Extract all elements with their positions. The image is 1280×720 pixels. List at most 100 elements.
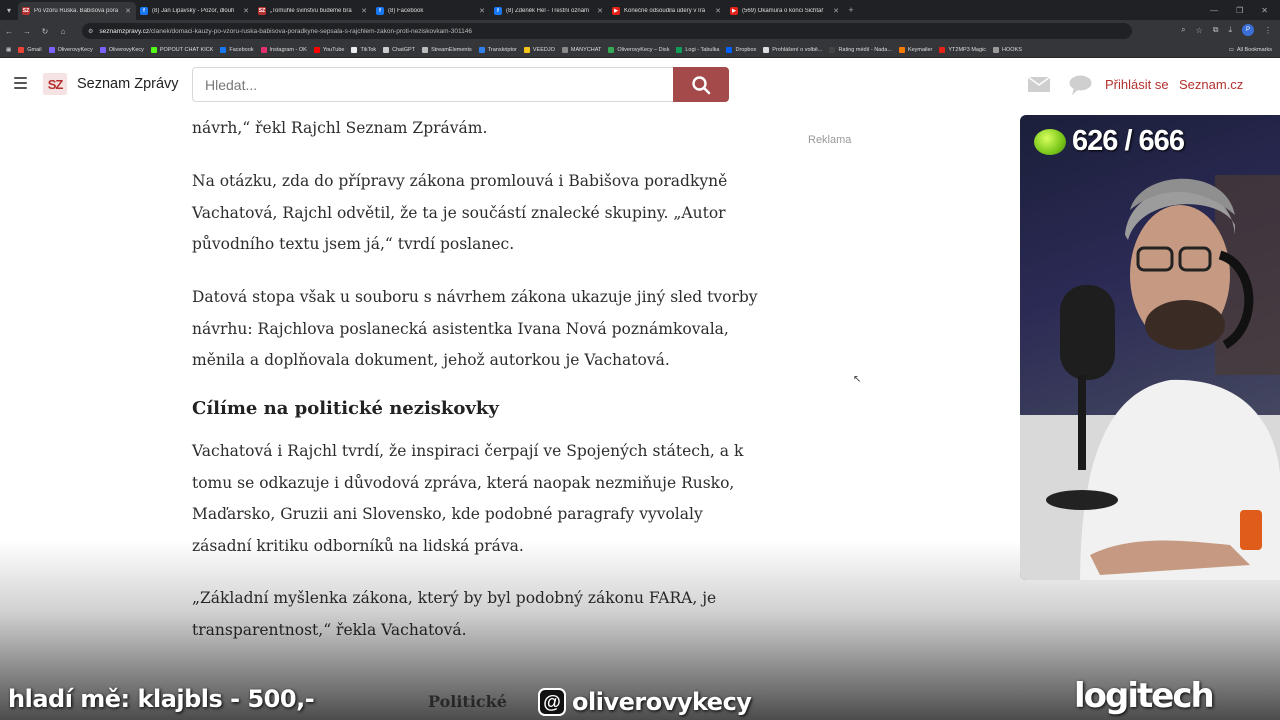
zoom-icon[interactable]: ⌕ <box>1181 25 1185 35</box>
search-button[interactable] <box>673 67 729 102</box>
logitech-logo: logitech <box>1074 676 1215 716</box>
menu-kebab-icon[interactable]: ⋮ <box>1264 26 1272 35</box>
tab-favicon-icon: SZ <box>22 7 30 15</box>
bookmark-item[interactable]: Rating médií - Nada... <box>829 46 892 53</box>
bookmark-label: Dropbox <box>735 46 757 53</box>
browser-tab[interactable]: SZ Po vzoru Ruska. Babišova pora ✕ <box>18 2 136 20</box>
tab-close-icon[interactable]: ✕ <box>242 7 250 15</box>
forward-icon[interactable]: → <box>18 27 36 36</box>
chat-icon[interactable] <box>1069 75 1092 95</box>
bookmark-item[interactable]: ChatGPT <box>383 46 415 53</box>
bookmark-star-icon[interactable]: ☆ <box>1196 26 1203 35</box>
search-icon <box>692 75 711 94</box>
reload-icon[interactable]: ↻ <box>36 27 54 36</box>
bookmark-label: Logi - Tabulka <box>685 46 720 53</box>
tab-favicon-icon: ▶ <box>612 7 620 15</box>
tab-favicon-icon: ▶ <box>730 7 738 15</box>
site-info-icon[interactable]: ⚙ <box>88 28 93 35</box>
bookmark-label: Transkriptor <box>487 46 517 53</box>
minimize-icon[interactable]: — <box>1210 6 1218 15</box>
bookmark-item[interactable]: OliverovyKecy – Disk <box>608 46 670 53</box>
tab-favicon-icon: SZ <box>258 7 266 15</box>
tab-close-icon[interactable]: ✕ <box>124 7 132 15</box>
tab-close-icon[interactable]: ✕ <box>832 7 840 15</box>
article-subheading: Cílíme na politické neziskovky <box>192 398 499 419</box>
close-window-icon[interactable]: ✕ <box>1261 6 1268 15</box>
tab-close-icon[interactable]: ✕ <box>478 7 486 15</box>
bookmark-favicon-icon <box>150 46 157 53</box>
mail-icon[interactable] <box>1028 77 1050 92</box>
tab-search-icon[interactable]: ▾ <box>0 0 18 20</box>
tab-close-icon[interactable]: ✕ <box>360 7 368 15</box>
bookmark-item[interactable]: MANYCHAT <box>561 46 602 53</box>
extensions-icon[interactable]: ⧉ <box>1213 25 1219 35</box>
home-icon[interactable]: ⌂ <box>54 27 72 36</box>
related-article-title[interactable]: Politické <box>428 692 507 711</box>
new-tab-button[interactable]: + <box>844 5 858 15</box>
browser-tab[interactable]: f (8) Jan Lipavský - Pozor, dlouh ✕ <box>136 2 254 20</box>
apps-grid-icon[interactable]: ▦ <box>6 47 11 53</box>
bookmark-favicon-icon <box>676 46 683 53</box>
tab-title: (569) Okamura o konci Šichtař <box>742 8 824 14</box>
bookmark-item[interactable]: YouTube <box>313 46 344 53</box>
bookmark-item[interactable]: StreamElements <box>422 46 472 53</box>
hamburger-menu-icon[interactable] <box>14 77 27 89</box>
bookmark-item[interactable]: TikTok <box>351 46 376 53</box>
browser-tab[interactable]: SZ „Tomuhle svinstvu budeme brá ✕ <box>254 2 372 20</box>
maximize-icon[interactable]: ❐ <box>1236 6 1243 15</box>
browser-tab[interactable]: ▶ (569) Okamura o konci Šichtař ✕ <box>726 2 844 20</box>
bookmark-label: Instagram - OK <box>269 46 307 53</box>
bookmark-favicon-icon <box>220 46 227 53</box>
tab-title: Po vzoru Ruska. Babišova pora <box>34 8 119 14</box>
bookmark-item[interactable]: Keymailer <box>898 46 932 53</box>
bookmark-item[interactable]: YT2MP3 Magic <box>939 46 986 53</box>
bookmark-item[interactable]: Logi - Tabulka <box>676 46 720 53</box>
tab-title: „Tomuhle svinstvu budeme brá <box>270 8 352 14</box>
browser-tab[interactable]: f (8) Zdeněk Hel - Trestní oznám ✕ <box>490 2 608 20</box>
downloads-icon[interactable]: ⤓ <box>1228 25 1232 35</box>
bookmark-favicon-icon <box>383 46 390 53</box>
bookmark-item[interactable]: Dropbox <box>726 46 757 53</box>
tab-close-icon[interactable]: ✕ <box>596 7 604 15</box>
tab-close-icon[interactable]: ✕ <box>714 7 722 15</box>
bookmark-favicon-icon <box>523 46 530 53</box>
article-paragraph: „Základní myšlenka zákona, který by byl … <box>192 589 717 639</box>
browser-tab-bar: ▾ SZ Po vzoru Ruska. Babišova pora ✕ f (8) J… <box>0 0 1280 20</box>
bookmark-favicon-icon <box>763 46 770 53</box>
bookmark-list: Gmail OliverovyKecy OliverovyKecy POPOUT CH… <box>18 46 1022 53</box>
site-logo[interactable]: SZ <box>43 73 67 95</box>
browser-tab[interactable]: f (8) Facebook ✕ <box>372 2 490 20</box>
back-icon[interactable]: ← <box>0 27 18 36</box>
browser-tab[interactable]: ▶ Konečně odsoudila údery v Írá ✕ <box>608 2 726 20</box>
bookmark-favicon-icon <box>993 46 999 53</box>
bookmark-label: VEEDJO <box>532 46 555 53</box>
bookmark-favicon-icon <box>260 46 267 53</box>
login-link[interactable]: Přihlásit se <box>1105 77 1169 92</box>
folder-icon: ▭ <box>1228 46 1234 53</box>
bookmark-label: OliverovyKecy – Disk <box>617 46 670 53</box>
bookmark-favicon-icon <box>351 46 358 53</box>
search-input[interactable] <box>192 67 674 102</box>
bookmark-favicon-icon <box>478 46 485 53</box>
bookmark-item[interactable]: OliverovyKecy <box>99 46 144 53</box>
article-paragraph: Datová stopa však u souboru s návrhem zá… <box>192 288 758 369</box>
bookmark-item[interactable]: Prohlášení o volbě... <box>763 46 822 53</box>
address-bar[interactable]: ⚙ seznamzpravy.cz/clanek/domaci-kauzy-po… <box>82 23 1132 39</box>
profile-avatar[interactable]: P <box>1242 24 1254 36</box>
bookmark-item[interactable]: HOOKS <box>993 46 1022 53</box>
bookmark-item[interactable]: OliverovyKecy <box>48 46 93 53</box>
bookmark-item[interactable]: VEEDJO <box>523 46 555 53</box>
all-bookmarks-button[interactable]: ▭ All Bookmarks <box>1229 47 1280 53</box>
tab-title: Konečně odsoudila údery v Írá <box>624 8 706 14</box>
site-name[interactable]: Seznam Zprávy <box>77 76 179 92</box>
bookmark-item[interactable]: Facebook <box>220 46 254 53</box>
bookmark-item[interactable]: Gmail <box>18 46 42 53</box>
webcam-feed: 626 / 666 <box>1020 115 1280 580</box>
bookmark-item[interactable]: Transkriptor <box>478 46 517 53</box>
bookmark-favicon-icon <box>48 46 55 53</box>
bookmark-label: MANYCHAT <box>570 46 602 53</box>
bookmark-label: YT2MP3 Magic <box>948 46 986 53</box>
seznam-link[interactable]: Seznam.cz <box>1179 77 1243 92</box>
bookmark-item[interactable]: POPOUT CHAT KICK <box>150 46 213 53</box>
bookmark-item[interactable]: Instagram - OK <box>260 46 307 53</box>
